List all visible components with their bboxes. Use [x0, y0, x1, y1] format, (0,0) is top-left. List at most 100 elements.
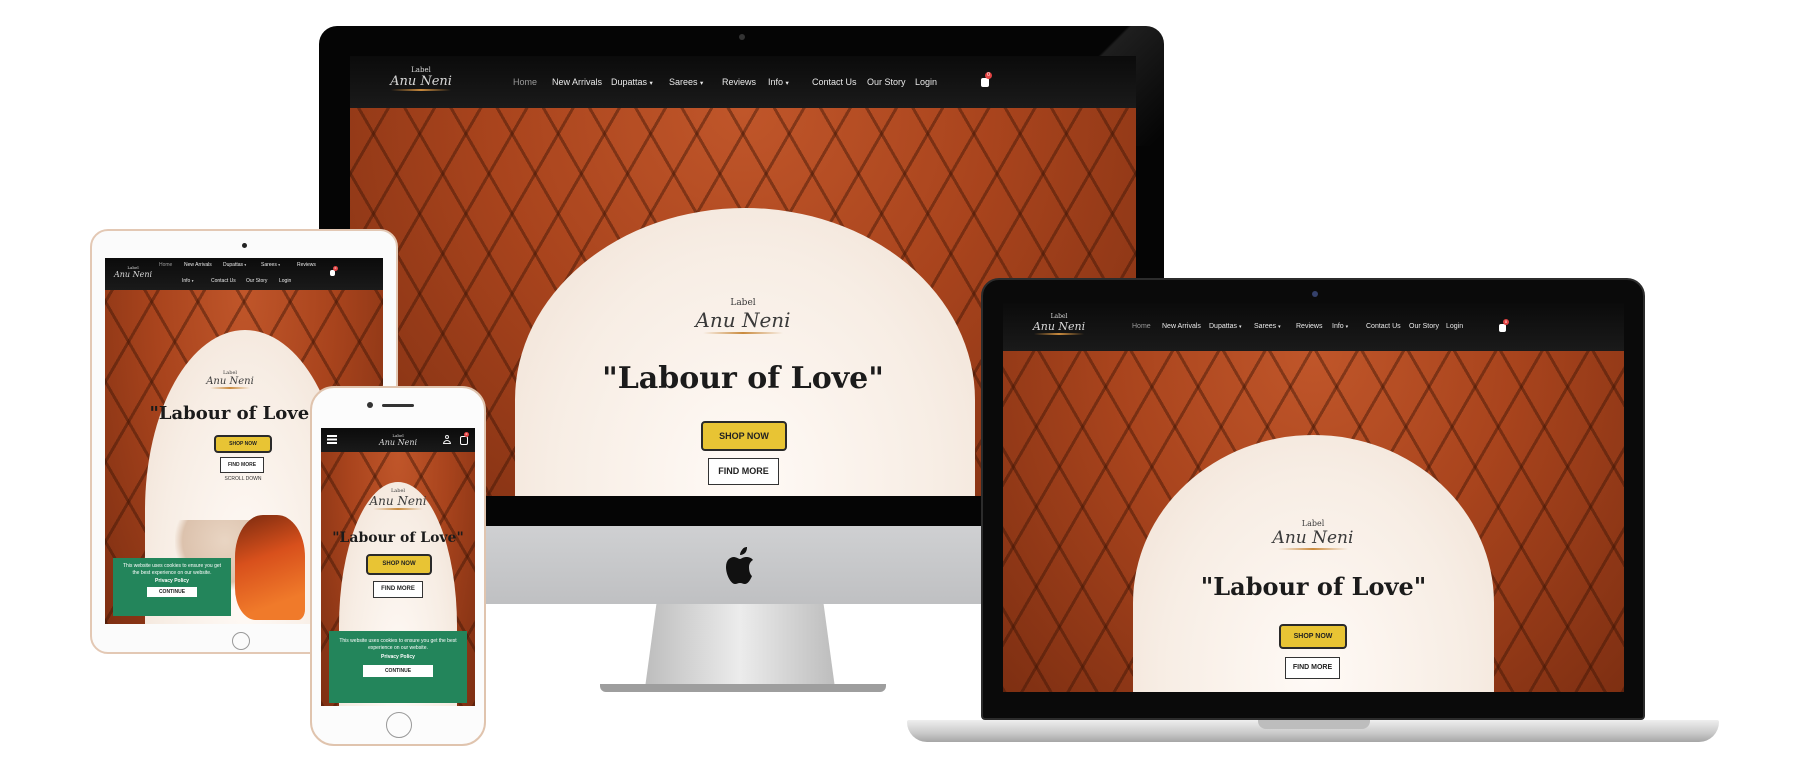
cart-icon[interactable]: 0 [981, 72, 992, 87]
hero-logo-label: Label [1301, 519, 1325, 528]
cookie-banner: This website uses cookies to ensure you … [113, 558, 231, 616]
nav-dupattas-label: Dupattas [1209, 323, 1238, 330]
phone-home-button[interactable] [386, 712, 412, 738]
find-more-button[interactable]: FIND MORE [708, 458, 779, 485]
phone-screen: Label Anu Neni 0 Label Anu Neni "Labour … [321, 428, 475, 706]
privacy-policy-link[interactable]: Privacy Policy [113, 578, 231, 584]
tablet-navbar: Label Anu Neni Home New Arrivals Dupatta… [105, 258, 383, 290]
logo-name: Anu Neni [113, 270, 153, 279]
logo-label: Label [411, 66, 431, 74]
chevron-down-icon: ▾ [1238, 325, 1242, 330]
find-more-button[interactable]: FIND MORE [1285, 657, 1340, 679]
nav-dupattas[interactable]: Dupattas ▾ [611, 77, 653, 87]
laptop-camera [1312, 291, 1318, 297]
cart-icon[interactable]: 0 [460, 432, 469, 445]
phone-navbar: Label Anu Neni 0 [321, 428, 475, 452]
nav-sarees[interactable]: Sarees ▾ [669, 77, 703, 87]
nav-our-story[interactable]: Our Story [867, 77, 906, 87]
hero-arch-opening [515, 208, 975, 496]
laptop-notch [1258, 720, 1370, 729]
hero-logo-name: Anu Neni [369, 494, 427, 508]
shop-now-button[interactable]: SHOP NOW [366, 554, 432, 575]
chevron-down-icon: ▾ [244, 263, 247, 267]
tablet-nav-logo[interactable]: Label Anu Neni [113, 265, 153, 279]
chevron-down-icon: ▾ [785, 80, 789, 87]
nav-sarees[interactable]: Sarees ▾ [1254, 323, 1281, 330]
tablet-home-button[interactable] [232, 632, 250, 650]
phone-nav-logo[interactable]: Label Anu Neni [376, 433, 420, 447]
hero-logo: Label Anu Neni [367, 488, 429, 510]
hero-logo-name: Anu Neni [695, 308, 791, 332]
nav-login[interactable]: Login [1446, 323, 1463, 330]
nav-our-story[interactable]: Our Story [246, 278, 267, 284]
apple-logo-icon [726, 547, 753, 584]
nav-sarees-label: Sarees [669, 77, 698, 87]
chevron-down-icon: ▾ [649, 80, 653, 87]
nav-contact-us[interactable]: Contact Us [1366, 323, 1401, 330]
nav-info[interactable]: Info ▾ [182, 278, 194, 284]
shop-now-button[interactable]: SHOP NOW [701, 421, 787, 451]
logo-name: Anu Neni [1032, 320, 1086, 333]
nav-home[interactable]: Home [1132, 323, 1151, 330]
cart-count-badge: 0 [1503, 319, 1509, 325]
shop-now-button[interactable]: SHOP NOW [1279, 624, 1347, 649]
laptop-screen: Label Anu Neni Home New Arrivals Dupatta… [1003, 303, 1624, 692]
nav-dupattas[interactable]: Dupattas ▾ [1209, 323, 1241, 330]
nav-home[interactable]: Home [513, 77, 537, 87]
list-menu-icon[interactable] [327, 435, 337, 444]
nav-login[interactable]: Login [279, 278, 291, 284]
desktop-navbar: Label Anu Neni Home New Arrivals Dupatta… [350, 56, 1136, 108]
cart-icon[interactable]: 0 [330, 266, 338, 276]
user-icon[interactable] [443, 435, 451, 444]
nav-reviews[interactable]: Reviews [1296, 323, 1322, 330]
nav-new-arrivals[interactable]: New Arrivals [184, 262, 212, 268]
nav-our-story[interactable]: Our Story [1409, 323, 1439, 330]
nav-home[interactable]: Home [159, 262, 172, 268]
hero-logo-name: Anu Neni [206, 376, 254, 387]
hero-logo: Label Anu Neni [1268, 519, 1358, 550]
logo-swash [391, 89, 451, 91]
privacy-policy-link[interactable]: Privacy Policy [329, 654, 467, 660]
nav-info-label: Info [768, 77, 784, 87]
monitor-foot [600, 684, 886, 692]
chevron-down-icon: ▾ [191, 279, 194, 283]
hero-logo-swash [373, 508, 423, 510]
scroll-down-label[interactable]: SCROLL DOWN [213, 476, 273, 482]
monitor-camera [739, 34, 745, 40]
cart-icon[interactable]: 0 [1499, 319, 1509, 332]
phone-speaker [382, 404, 414, 407]
nav-info[interactable]: Info ▾ [768, 77, 789, 87]
nav-new-arrivals[interactable]: New Arrivals [1162, 323, 1201, 330]
nav-sarees-label: Sarees [1254, 323, 1277, 330]
hero-title: "Labour of Love" [1200, 572, 1427, 601]
chevron-down-icon: ▾ [278, 263, 280, 267]
chevron-down-icon: ▾ [700, 80, 704, 87]
find-more-button[interactable]: FIND MORE [373, 581, 423, 598]
nav-info-label: Info [182, 278, 191, 284]
nav-dupattas-label: Dupattas [223, 262, 244, 268]
hero-arch-opening [1133, 435, 1494, 692]
chevron-down-icon: ▾ [1278, 325, 1281, 330]
hero-logo: Label Anu Neni [205, 370, 255, 389]
cookie-banner: This website uses cookies to ensure you … [329, 631, 467, 703]
laptop-navbar: Label Anu Neni Home New Arrivals Dupatta… [1003, 303, 1624, 351]
cookie-continue-button[interactable]: CONTINUE [146, 587, 198, 597]
nav-info[interactable]: Info ▾ [1332, 323, 1348, 330]
nav-sarees[interactable]: Sarees ▾ [261, 262, 280, 268]
tablet-camera [242, 243, 247, 248]
cart-count-badge: 0 [985, 72, 992, 79]
nav-contact-us[interactable]: Contact Us [812, 77, 857, 87]
desktop-nav-logo[interactable]: Label Anu Neni [386, 66, 456, 91]
nav-reviews[interactable]: Reviews [722, 77, 756, 87]
find-more-button[interactable]: FIND MORE [220, 457, 264, 473]
nav-reviews[interactable]: Reviews [297, 262, 316, 268]
laptop-nav-logo[interactable]: Label Anu Neni [1029, 313, 1089, 335]
nav-contact-us[interactable]: Contact Us [211, 278, 236, 284]
nav-login[interactable]: Login [915, 77, 937, 87]
user-icon-shoulders [443, 440, 451, 444]
cookie-continue-button[interactable]: CONTINUE [362, 664, 434, 677]
laptop-hero: Label Anu Neni "Labour of Love" SHOP NOW… [1003, 351, 1624, 692]
shop-now-button[interactable]: SHOP NOW [214, 435, 272, 453]
nav-dupattas[interactable]: Dupattas ▾ [223, 262, 246, 268]
nav-new-arrivals[interactable]: New Arrivals [552, 77, 602, 87]
